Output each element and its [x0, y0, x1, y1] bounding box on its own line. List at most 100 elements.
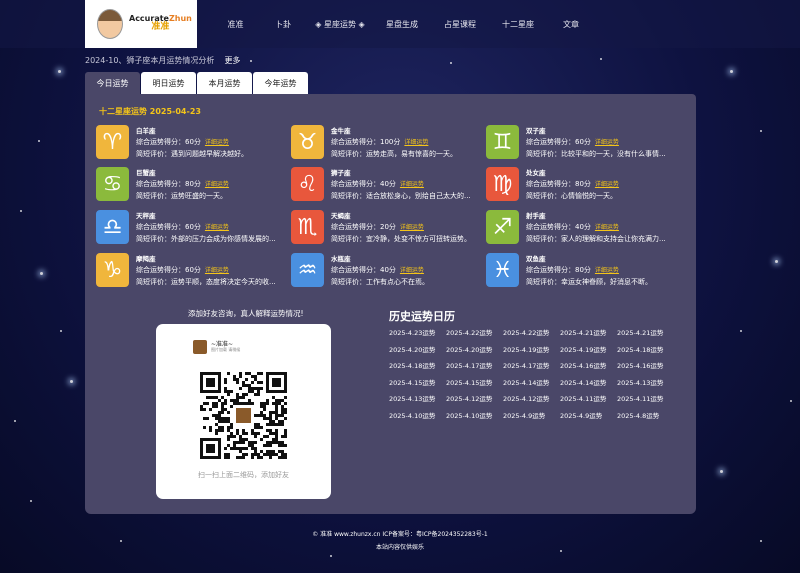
fortune-tabs: 今日运势 明日运势 本月运势 今年运势 — [85, 72, 308, 94]
zodiac-glyph-icon[interactable]: ♑ — [96, 253, 129, 287]
sign-name[interactable]: 摩羯座 — [136, 253, 156, 263]
news-headline-link[interactable]: 2024-10、狮子座本月运势情况分析 — [85, 56, 214, 65]
history-date-link[interactable]: 2025-4.20运势 — [389, 344, 446, 354]
sign-score: 综合运势得分：80分 详细运势 — [526, 179, 619, 189]
history-date-link[interactable]: 2025-4.19运势 — [503, 344, 560, 354]
sign-name[interactable]: 射手座 — [526, 210, 546, 220]
sign-name[interactable]: 天秤座 — [136, 210, 156, 220]
sign-name[interactable]: 天蝎座 — [331, 210, 351, 220]
nav-item-chart-generator[interactable]: 星盘生成 — [373, 0, 431, 48]
zodiac-sign-card[interactable]: ♒ 水瓶座 综合运势得分：40分 详细运势 简短评价：工作有点心不在焉。 — [291, 253, 481, 289]
history-date-link[interactable]: 2025-4.12运势 — [503, 393, 560, 403]
history-date-link[interactable]: 2025-4.15运势 — [389, 377, 446, 387]
sign-name[interactable]: 处女座 — [526, 167, 546, 177]
sign-score: 综合运势得分：40分 详细运势 — [331, 179, 424, 189]
history-date-link[interactable]: 2025-4.16运势 — [617, 360, 674, 370]
sign-name[interactable]: 双鱼座 — [526, 253, 546, 263]
history-date-link[interactable]: 2025-4.17运势 — [446, 360, 503, 370]
sign-name[interactable]: 白羊座 — [136, 125, 156, 135]
history-date-link[interactable]: 2025-4.12运势 — [446, 393, 503, 403]
footer-disclaimer: 本站内容仅供娱乐 — [375, 544, 424, 551]
sign-name[interactable]: 金牛座 — [331, 125, 351, 135]
nav-item-twelve-signs[interactable]: 十二星座 — [489, 0, 547, 48]
nav-item-articles[interactable]: 文章 — [547, 0, 595, 48]
history-date-link[interactable]: 2025-4.10运势 — [446, 410, 503, 420]
nav-item-divination[interactable]: 卜卦 — [259, 0, 307, 48]
tab-this-month[interactable]: 本月运势 — [197, 72, 252, 94]
history-date-link[interactable]: 2025-4.17运势 — [503, 360, 560, 370]
zodiac-glyph-icon[interactable]: ♋ — [96, 167, 129, 201]
sign-detail-link[interactable]: 详细运势 — [400, 267, 424, 274]
history-date-link[interactable]: 2025-4.18运势 — [389, 360, 446, 370]
history-date-link[interactable]: 2025-4.21运势 — [560, 327, 617, 337]
history-date-link[interactable]: 2025-4.18运势 — [617, 344, 674, 354]
tab-today[interactable]: 今日运势 — [85, 72, 140, 94]
history-date-link[interactable]: 2025-4.23运势 — [389, 327, 446, 337]
zodiac-glyph-icon[interactable]: ♌ — [291, 167, 324, 201]
sign-score-text: 综合运势得分：100分 — [331, 138, 401, 146]
sign-score: 综合运势得分：80分 详细运势 — [136, 179, 229, 189]
nav-item-astrology-course[interactable]: 占星课程 — [431, 0, 489, 48]
history-date-link[interactable]: 2025-4.19运势 — [560, 344, 617, 354]
zodiac-glyph-icon[interactable]: ♎ — [96, 210, 129, 244]
history-date-link[interactable]: 2025-4.11运势 — [617, 393, 674, 403]
zodiac-sign-card[interactable]: ♌ 狮子座 综合运势得分：40分 详细运势 简短评价：适合放松身心，别给自己太大的... — [291, 167, 481, 203]
tab-tomorrow[interactable]: 明日运势 — [141, 72, 196, 94]
nav-item-home[interactable]: 准准 — [212, 0, 259, 48]
sign-detail-link[interactable]: 详细运势 — [595, 267, 619, 274]
history-date-link[interactable]: 2025-4.14运势 — [503, 377, 560, 387]
history-date-link[interactable]: 2025-4.8运势 — [617, 410, 674, 420]
history-date-link[interactable]: 2025-4.22运势 — [446, 327, 503, 337]
sign-detail-link[interactable]: 详细运势 — [595, 224, 619, 231]
zodiac-sign-card[interactable]: ♋ 巨蟹座综合运势得分：80分 详细运势 简短评价：运势旺盛的一天。 — [96, 167, 286, 203]
zodiac-sign-card[interactable]: ♐ 射手座 综合运势得分：40分 详细运势 简短评价：家人的理解和支持会让你充满力... — [486, 210, 676, 246]
sign-name[interactable]: 水瓶座 — [331, 253, 351, 263]
history-date-link[interactable]: 2025-4.13运势 — [617, 377, 674, 387]
zodiac-glyph-icon[interactable]: ♏ — [291, 210, 324, 244]
history-date-link[interactable]: 2025-4.16运势 — [560, 360, 617, 370]
sign-name[interactable]: 狮子座 — [331, 167, 351, 177]
zodiac-glyph-icon[interactable]: ♒ — [291, 253, 324, 287]
sign-detail-link[interactable]: 详细运势 — [205, 224, 229, 231]
zodiac-glyph-icon[interactable]: ♉ — [291, 125, 324, 159]
news-more-link[interactable]: 更多 — [224, 56, 240, 65]
zodiac-sign-card[interactable]: ♈ 白羊座 综合运势得分：60分 详细运势 简短评价：遇到问题越早解决越好。 — [96, 125, 286, 161]
sign-detail-link[interactable]: 详细运势 — [205, 139, 229, 146]
sign-detail-link[interactable]: 详细运势 — [595, 139, 619, 146]
sign-name[interactable]: 双子座 — [526, 125, 546, 135]
zodiac-sign-card[interactable]: ♓ 双鱼座 综合运势得分：80分 详细运势 简短评价：幸运女神眷顾，好消息不断。 — [486, 253, 676, 289]
sign-detail-link[interactable]: 详细运势 — [404, 139, 428, 146]
history-date-link[interactable]: 2025-4.22运势 — [503, 327, 560, 337]
history-date-link[interactable]: 2025-4.13运势 — [389, 393, 446, 403]
sign-detail-link[interactable]: 详细运势 — [205, 181, 229, 188]
nav-item-horoscope[interactable]: ◈ 星座运势 ◈ — [307, 0, 373, 48]
zodiac-sign-card[interactable]: ♑ 摩羯座 综合运势得分：60分 详细运势 简短评价：运势平顺，态度将决定今天的收... — [96, 253, 286, 289]
sign-detail-link[interactable]: 详细运势 — [400, 181, 424, 188]
zodiac-glyph-icon[interactable]: ♓ — [486, 253, 519, 287]
sign-detail-link[interactable]: 详细运势 — [400, 224, 424, 231]
tab-this-year[interactable]: 今年运势 — [253, 72, 308, 94]
zodiac-sign-card[interactable]: ♏ 天蝎座 综合运势得分：20分 详细运势 简短评价：宜冷静，处变不惊方可扭转运势。 — [291, 210, 481, 246]
history-date-link[interactable]: 2025-4.9运势 — [503, 410, 560, 420]
zodiac-sign-card[interactable]: ♍ 处女座 综合运势得分：80分 详细运势 简短评价：心情愉悦的一天。 — [486, 167, 676, 203]
zodiac-glyph-icon[interactable]: ♊ — [486, 125, 519, 159]
zodiac-sign-card[interactable]: ♊ 双子座 综合运势得分：60分 详细运势 简短评价：比较平和的一天，没有什么事情... — [486, 125, 676, 161]
sign-brief: 简短评价：运势旺盛的一天。 — [136, 192, 227, 200]
zodiac-glyph-icon[interactable]: ♐ — [486, 210, 519, 244]
history-date-link[interactable]: 2025-4.11运势 — [560, 393, 617, 403]
history-date-link[interactable]: 2025-4.20运势 — [446, 344, 503, 354]
zodiac-sign-card[interactable]: ♎ 天秤座 综合运势得分：60分 详细运势 简短评价：外部的压力会成为你感情发展的... — [96, 210, 286, 246]
site-logo[interactable]: AccurateZhun 准准 — [85, 0, 197, 48]
sign-name[interactable]: 巨蟹座 — [136, 167, 156, 177]
sign-brief: 简短评价：运势走高，易有惊喜的一天。 — [331, 150, 457, 158]
zodiac-glyph-icon[interactable]: ♈ — [96, 125, 129, 159]
sign-detail-link[interactable]: 详细运势 — [205, 267, 229, 274]
zodiac-sign-card[interactable]: ♉ 金牛座综合运势得分：100分 详细运势简短评价：运势走高，易有惊喜的一天。 — [291, 125, 481, 161]
history-date-link[interactable]: 2025-4.21运势 — [617, 327, 674, 337]
history-date-link[interactable]: 2025-4.14运势 — [560, 377, 617, 387]
zodiac-glyph-icon[interactable]: ♍ — [486, 167, 519, 201]
history-date-link[interactable]: 2025-4.10运势 — [389, 410, 446, 420]
sign-detail-link[interactable]: 详细运势 — [595, 181, 619, 188]
history-date-link[interactable]: 2025-4.15运势 — [446, 377, 503, 387]
history-date-link[interactable]: 2025-4.9运势 — [560, 410, 617, 420]
